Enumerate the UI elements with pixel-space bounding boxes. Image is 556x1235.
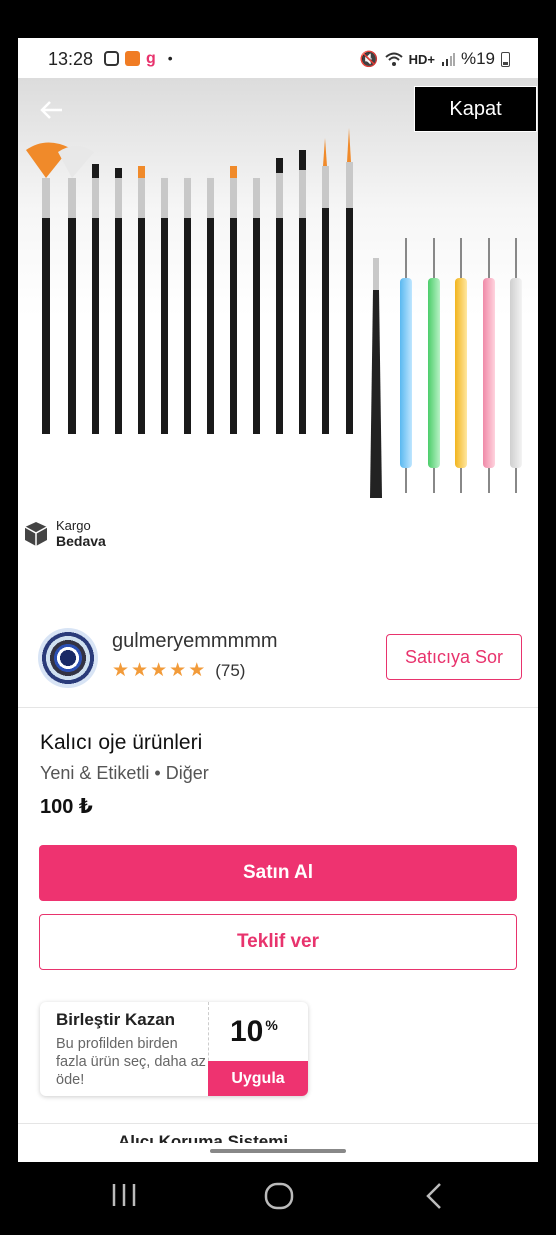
seller-section: gulmeryemmmmm ★ ★ ★ ★ ★ (75) Satıcıya So… [18,608,538,708]
nail-brushes-photo [26,128,522,498]
promo-percent-value: 10 [230,1015,264,1048]
home-indicator[interactable] [210,1149,346,1153]
ask-seller-button[interactable]: Satıcıya Sor [386,634,522,680]
status-time: 13:28 [48,49,94,69]
box-icon [24,521,48,546]
back-icon[interactable] [424,1182,444,1210]
star-icon: ★ [131,660,149,681]
home-icon[interactable] [264,1182,294,1210]
badge-line1: Kargo [56,518,91,533]
star-icon: ★ [169,660,187,681]
signal-icon [441,53,455,66]
star-icon: ★ [188,660,206,681]
wifi-icon [384,52,403,66]
apply-button[interactable]: Uygula [208,1061,308,1096]
instagram-icon [104,50,119,66]
promo-percent: 10% [230,1015,278,1049]
make-offer-button[interactable]: Teklif ver [39,914,517,970]
notification-icons: g • [104,50,173,66]
avatar[interactable] [38,628,98,688]
network-type: HD+ [408,51,435,67]
bundle-discount-card[interactable]: Birleştir Kazan Bu profilden birden fazl… [40,1002,308,1096]
battery-icon [501,51,510,67]
system-navigation-bar [0,1162,556,1235]
status-bar: 13:28 g • 🔇 HD+ %19 [18,38,538,78]
product-image[interactable]: Kapat Kargo Bedava [18,78,538,608]
gardrops-icon: g [146,49,156,67]
screen: 13:28 g • 🔇 HD+ %19 Kapat Kargo Bedava g… [18,38,538,1162]
seller-rating: ★ ★ ★ ★ ★ (75) [112,661,245,681]
product-price: 100 ₺ [40,796,93,818]
status-right: 🔇 HD+ %19 [360,49,510,69]
promo-description: Bu profilden birden fazla ürün seç, daha… [56,1036,206,1088]
app-notification-icon [125,50,140,66]
review-count[interactable]: (75) [215,661,245,681]
back-arrow-icon[interactable] [38,96,66,124]
seller-name[interactable]: gulmeryemmmmm [112,630,278,653]
star-icon: ★ [112,660,130,681]
dot-icon: • [167,50,173,66]
divider [18,1123,538,1124]
mute-icon: 🔇 [359,51,379,68]
buy-button[interactable]: Satın Al [39,845,517,901]
promo-title: Birleştir Kazan [56,1010,176,1029]
recent-apps-icon[interactable] [110,1182,138,1208]
badge-line2: Bedava [56,533,106,549]
star-icon: ★ [150,660,168,681]
free-shipping-badge: Kargo Bedava [24,518,106,549]
product-title: Kalıcı oje ürünleri [40,731,203,754]
battery-percent: %19 [460,49,495,68]
promo-percent-sign: % [265,1017,278,1033]
close-button[interactable]: Kapat [414,86,537,132]
product-meta: Yeni & Etiketli • Diğer [40,763,209,783]
